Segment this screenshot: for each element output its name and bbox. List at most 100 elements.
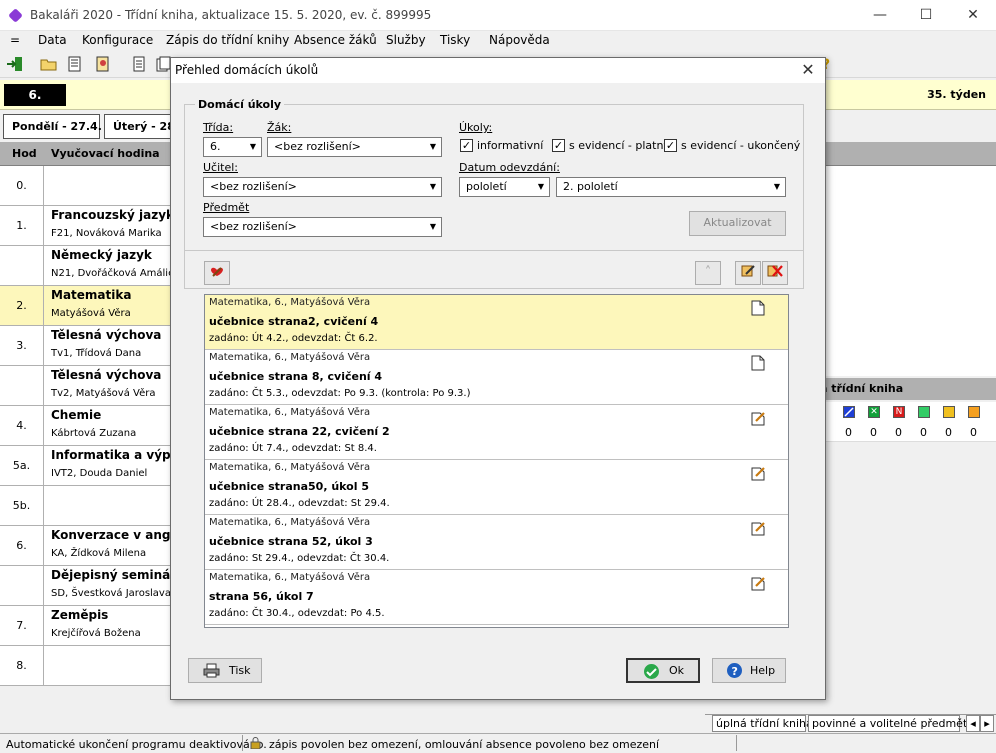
homework-item[interactable]: Matematika, 6., Matyášová Věra učebnice … [205,405,788,460]
subject-label: Předmět [203,201,250,214]
homework-item[interactable]: Matematika, 6., Matyášová Věra strana 56… [205,570,788,625]
close-button[interactable]: ✕ [950,0,996,31]
class-selector[interactable]: 6. [4,84,66,106]
menu-absence[interactable]: Absence žáků [294,33,377,47]
lesson-hour [0,366,44,405]
chevron-down-icon: ▼ [429,142,437,151]
book-icon[interactable] [66,55,84,73]
refresh-button[interactable]: Aktualizovat [689,211,786,236]
lesson-hour: 2. [0,286,44,325]
lesson-row[interactable]: 0. [0,166,172,206]
homework-title: učebnice strana 22, cvičení 2 [209,425,390,438]
tab-scroll-left-icon[interactable]: ◂ [966,715,980,732]
homework-title: učebnice strana 8, cvičení 4 [209,370,383,383]
lesson-row[interactable]: Dějepisný seminář SD, Švestková Jaroslav… [0,566,176,606]
lesson-row[interactable]: 5a. Informatika a výp. t IVT2, Douda Dan… [0,446,185,486]
group-title: Domácí úkoly [195,98,285,111]
class-select[interactable]: 6. ▼ [203,137,262,157]
homework-title: učebnice strana 52, úkol 3 [209,535,373,548]
tab-monday[interactable]: Pondělí - 27.4. [3,114,102,139]
due-value-select[interactable]: 2. pololetí ▼ [556,177,786,197]
homework-dates: zadáno: Čt 5.3., odevzdat: Po 9.3. (kont… [209,388,471,399]
exit-icon[interactable] [6,55,24,73]
open-folder-icon[interactable] [40,55,58,73]
lesson-row[interactable]: 8. [0,646,172,686]
student-label: Žák: [267,121,292,134]
ok-button-label: Ok [669,664,685,677]
lesson-row[interactable]: 6. Konverzace v angličt KA, Žídková Mile… [0,526,192,566]
menu-zapis[interactable]: Zápis do třídní knihy [166,33,289,47]
tab-subjects[interactable]: povinné a volitelné předměty [808,715,974,732]
checkbox-ended[interactable]: ✓ [664,139,677,152]
document-icon[interactable] [130,55,148,73]
move-up-button[interactable]: ˄ [695,261,721,285]
tab-tuesday[interactable]: Úterý - 28 [104,114,175,139]
lesson-hour: 0. [0,166,44,205]
menu-hamburger[interactable]: = [10,33,20,47]
tab-full-classbook[interactable]: úplná třídní kniha [712,715,813,732]
chevron-up-icon: ˄ [704,265,712,280]
lesson-row[interactable]: 1. Francouzský jazyk F21, Nováková Marik… [0,206,174,246]
homework-item[interactable]: Matematika, 6., Matyášová Věra učebnice … [205,460,788,515]
lesson-hour: 1. [0,206,44,245]
checkbox-valid[interactable]: ✓ [552,139,565,152]
edit-homework-button[interactable] [204,261,230,285]
maximize-button[interactable]: ☐ [903,0,949,31]
edit-icon [751,577,765,591]
menu-tisky[interactable]: Tisky [440,33,470,47]
homework-dates: zadáno: Út 4.2., odevzdat: Čt 6.2. [209,333,378,344]
lesson-row[interactable]: 5b. [0,486,172,526]
count-value: 0 [945,426,952,439]
menu-napoveda[interactable]: Nápověda [489,33,550,47]
teacher-select-value: <bez rozlišení> [210,180,297,193]
due-period-select[interactable]: pololetí ▼ [459,177,550,197]
due-date-label: Datum odevzdání: [459,161,560,174]
help-button[interactable]: ? Help [712,658,786,683]
homework-dates: zadáno: Út 7.4., odevzdat: St 8.4. [209,443,377,454]
app-icon [8,8,23,23]
print-button[interactable]: Tisk [188,658,262,683]
tab-scroll-right-icon[interactable]: ▸ [980,715,994,732]
homework-item[interactable]: Matematika, 6., Matyášová Věra učebnice … [205,350,788,405]
lesson-hour [0,246,44,285]
delete-button[interactable] [762,261,788,285]
menu-sluzby[interactable]: Služby [386,33,426,47]
lesson-row[interactable]: 4. Chemie Kábrtová Zuzana [0,406,172,446]
lock-icon [250,737,261,749]
teacher-select[interactable]: <bez rozlišení> ▼ [203,177,442,197]
pencil-heart-icon [211,267,223,277]
checkbox-informative[interactable]: ✓ [460,139,473,152]
lesson-row[interactable]: Tělesná výchova Tv2, Matyášová Věra [0,366,172,406]
user-book-icon[interactable] [94,55,112,73]
student-select[interactable]: <bez rozlišení> ▼ [267,137,442,157]
subject-select[interactable]: <bez rozlišení> ▼ [203,217,442,237]
lesson-row-selected[interactable]: 2. Matematika Matyášová Věra [0,286,172,326]
status-left: Automatické ukončení programu deaktivová… [6,738,267,751]
lesson-row[interactable]: 7. Zeměpis Krejčířová Božena [0,606,172,646]
minimize-button[interactable]: — [857,0,903,31]
color-box-lightgreen [918,406,930,418]
export-button[interactable] [735,261,761,285]
lesson-subject: Matematika [51,288,132,302]
dialog-title-bar: Přehled domácích úkolů ✕ [171,58,825,83]
homework-item[interactable]: Matematika, 6., Matyášová Věra učebnice … [205,295,788,350]
homework-dates: zadáno: Čt 30.4., odevzdat: Po 4.5. [209,608,385,619]
lesson-row[interactable]: Německý jazyk N21, Dvořáčková Amálie [0,246,174,286]
homework-list[interactable]: Matematika, 6., Matyášová Věra učebnice … [204,294,789,628]
lesson-hour: 5a. [0,446,44,485]
lesson-subject: Informatika a výp. t [51,448,186,462]
menu-konfigurace[interactable]: Konfigurace [82,33,153,47]
dialog-close-icon[interactable]: ✕ [795,59,821,81]
lesson-row[interactable]: 3. Tělesná výchova Tv1, Třídová Dana [0,326,172,366]
chevron-down-icon: ▼ [249,142,257,151]
edit-icon [751,522,765,536]
ok-button[interactable]: Ok [626,658,700,683]
homework-item[interactable]: Matematika, 6., Matyášová Věra učebnice … [205,515,788,570]
right-pane [826,166,996,376]
lesson-teacher: Krejčířová Božena [51,628,141,639]
menu-data[interactable]: Data [38,33,67,47]
lesson-hour: 4. [0,406,44,445]
menu-bar: = Data Konfigurace Zápis do třídní knihy… [0,31,996,50]
homework-meta: Matematika, 6., Matyášová Věra [209,297,371,308]
book-pencil-icon [741,265,755,277]
